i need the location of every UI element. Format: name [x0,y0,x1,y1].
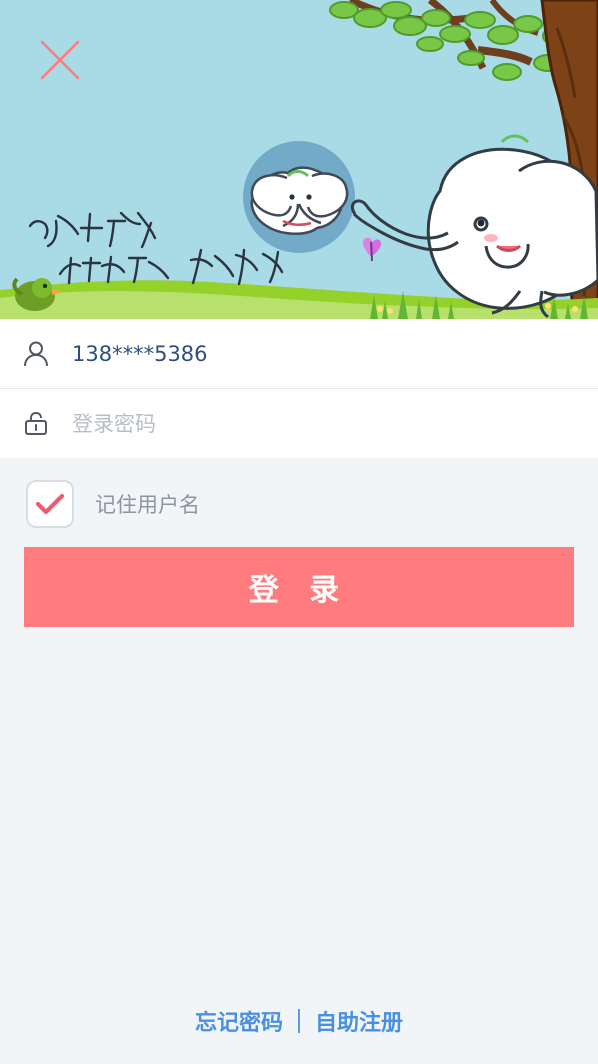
username-field[interactable] [72,341,552,366]
remember-username-toggle[interactable]: 记住用户名 [26,478,200,530]
username-row [0,319,598,389]
close-button[interactable] [34,36,86,84]
lock-icon [0,410,72,438]
user-icon [0,340,72,368]
header-banner [0,0,598,319]
login-form [0,319,598,458]
footer-separator [298,1009,300,1033]
elephant-avatar-icon [243,141,355,253]
forgot-password-link[interactable]: 忘记密码 [195,1005,283,1037]
password-row [0,389,598,458]
remember-checkbox[interactable] [26,480,74,528]
check-icon [35,493,65,515]
register-link[interactable]: 自助注册 [315,1005,403,1037]
footer-links: 忘记密码 自助注册 [0,1003,598,1039]
close-icon [40,40,80,80]
remember-label: 记住用户名 [95,493,200,517]
elephant-tree-banner [0,0,598,319]
password-field[interactable] [72,411,552,436]
login-button[interactable]: 登 录 [24,547,574,627]
